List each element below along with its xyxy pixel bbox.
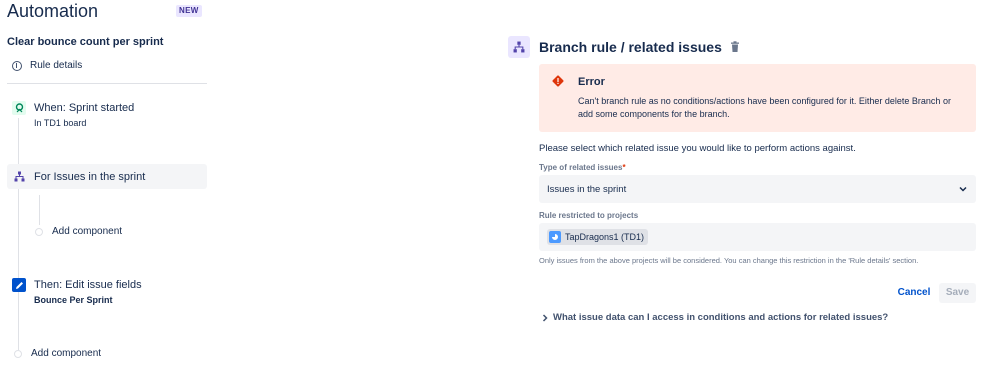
error-description: Can't branch rule as no conditions/actio… [578,96,951,119]
branch-step[interactable]: For Issues in the sprint [7,164,207,189]
select-value: Issues in the sprint [547,183,627,195]
trigger-title: When: Sprint started [34,102,135,114]
save-button[interactable]: Save [939,283,976,303]
project-tag[interactable]: TapDragons1 (TD1) [547,229,649,245]
info-icon [12,60,22,71]
rule-details-link[interactable]: Rule details [12,60,82,71]
branch-title: For Issues in the sprint [34,170,146,183]
projects-field[interactable]: TapDragons1 (TD1) [539,223,976,251]
chevron-down-icon [959,186,967,192]
type-field-label: Type of related issues* [539,163,626,172]
rule-name: Clear bounce count per sprint [7,36,164,48]
faq-label: What issue data can I access in conditio… [553,312,889,323]
rule-connector-line [18,118,19,350]
action-title: Then: Edit issue fields [34,279,142,291]
projects-field-label: Rule restricted to projects [539,211,639,220]
project-tag-label: TapDragons1 (TD1) [565,232,645,242]
branch-icon [12,170,26,184]
panel-title: Branch rule / related issues [539,39,722,55]
rule-details-label: Rule details [30,60,83,71]
trigger-subtitle: In TD1 board [34,118,87,128]
add-component-label: Add component [31,348,102,359]
error-message: Error Can't branch rule as no conditions… [539,64,976,132]
app-title: Automation [7,1,99,21]
error-icon [552,75,564,87]
chevron-right-icon [542,313,548,322]
add-dot-icon [35,227,43,236]
cancel-button[interactable]: Cancel [894,283,934,303]
branch-icon [508,36,530,58]
trash-icon[interactable] [730,41,740,53]
action-step[interactable]: Then: Edit issue fields Bounce Per Sprin… [7,278,207,305]
action-subtitle: Bounce Per Sprint [34,295,113,305]
related-issues-select[interactable]: Issues in the sprint [539,175,976,203]
project-avatar-icon [549,231,561,243]
branch-add-component-label: Add component [52,226,123,237]
panel-header: Branch rule / related issues [508,36,740,58]
error-title: Error [578,76,605,88]
trigger-icon [12,101,26,115]
faq-expander[interactable]: What issue data can I access in conditio… [540,312,888,323]
add-dot-icon [14,349,22,358]
pencil-icon [12,278,26,292]
projects-help-text: Only issues from the above projects will… [539,256,919,265]
trigger-step[interactable]: When: Sprint started In TD1 board [7,101,207,128]
branch-connector-line [39,195,40,225]
new-badge: NEW [176,5,202,17]
divider [7,83,207,84]
instruction-text: Please select which related issue you wo… [539,143,856,154]
required-marker: * [622,163,626,172]
branch-add-component[interactable]: Add component [35,226,122,237]
add-component[interactable]: Add component [14,348,101,359]
type-field-label-text: Type of related issues [539,163,623,172]
